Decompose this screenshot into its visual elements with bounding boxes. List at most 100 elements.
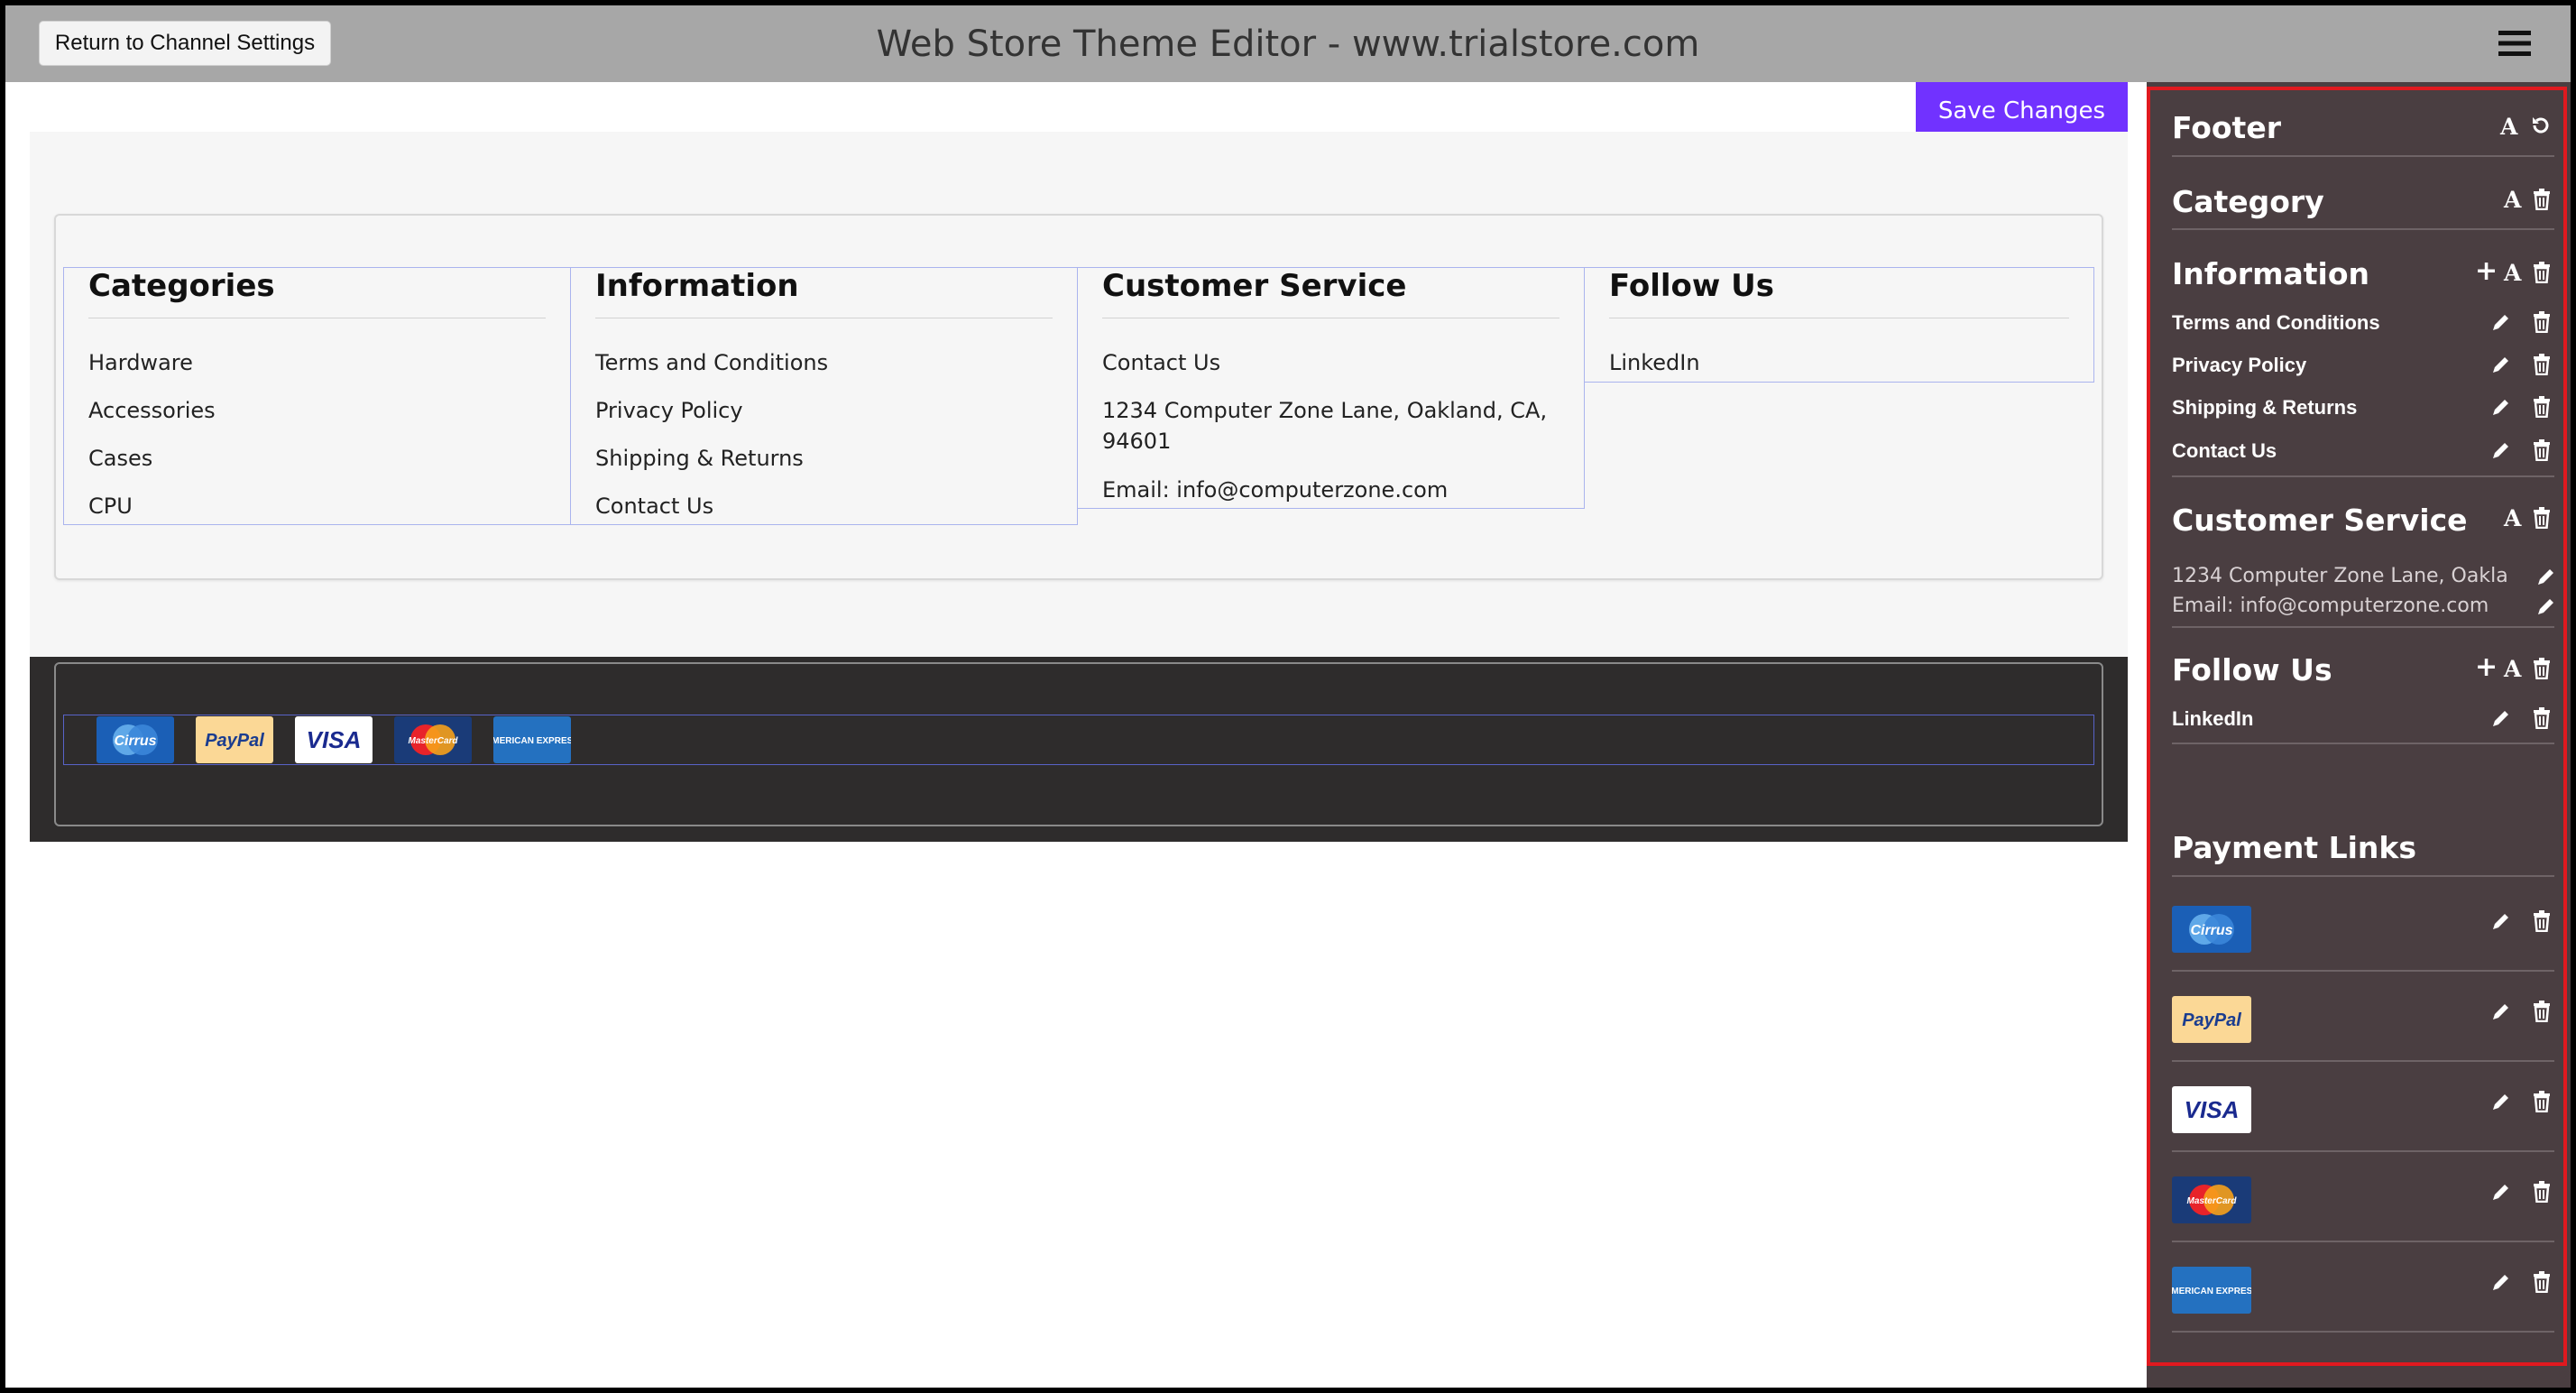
- american-express-label: AMERICAN EXPRESS: [493, 736, 571, 746]
- sidebar-section-information-title: Information: [2172, 256, 2369, 291]
- trash-icon[interactable]: [2530, 657, 2553, 680]
- sidebar-visa-icon[interactable]: VISA: [2172, 1086, 2251, 1133]
- edit-pencil-icon[interactable]: [2489, 706, 2513, 730]
- font-settings-icon[interactable]: A: [2504, 262, 2521, 285]
- trash-icon[interactable]: [2530, 261, 2553, 284]
- category-link[interactable]: CPU: [88, 491, 133, 521]
- sidebar-information-item[interactable]: Shipping & Returns: [2172, 396, 2357, 420]
- mastercard-label: MasterCard: [2186, 1196, 2237, 1206]
- information-link[interactable]: Shipping & Returns: [595, 443, 804, 474]
- add-icon[interactable]: +: [2475, 654, 2498, 681]
- category-link[interactable]: Cases: [88, 443, 152, 474]
- edit-pencil-icon[interactable]: [2489, 395, 2513, 419]
- divider: [2172, 743, 2554, 744]
- edit-pencil-icon[interactable]: [2489, 353, 2513, 376]
- divider: [2172, 970, 2554, 972]
- divider: [2172, 475, 2554, 477]
- trash-icon[interactable]: [2530, 706, 2553, 730]
- sidebar-section-customer-service-title: Customer Service: [2172, 503, 2468, 538]
- divider: [2172, 1331, 2554, 1333]
- visa-label: VISA: [307, 726, 362, 753]
- divider: [2172, 626, 2554, 628]
- social-link[interactable]: LinkedIn: [1609, 347, 1700, 378]
- sidebar-customer-service-email: Email: info@computerzone.com: [2172, 595, 2489, 617]
- trash-icon[interactable]: [2530, 1090, 2553, 1113]
- footer-column-categories: Categories Hardware Accessories Cases CP…: [63, 267, 571, 525]
- footer-column-information: Information Terms and Conditions Privacy…: [570, 267, 1078, 525]
- trash-icon[interactable]: [2530, 353, 2553, 376]
- cirrus-label: Cirrus: [2190, 923, 2232, 938]
- top-bar: Return to Channel Settings Web Store The…: [5, 5, 2571, 82]
- column-title: Information: [595, 268, 799, 304]
- sidebar-customer-service-address: 1234 Computer Zone Lane, Oakla: [2172, 565, 2508, 587]
- visa-label: VISA: [2185, 1096, 2240, 1123]
- information-link[interactable]: Privacy Policy: [595, 395, 743, 426]
- edit-pencil-icon[interactable]: [2535, 595, 2558, 618]
- edit-pencil-icon[interactable]: [2489, 1090, 2513, 1113]
- divider: [2172, 1150, 2554, 1152]
- edit-pencil-icon[interactable]: [2489, 438, 2513, 462]
- trash-icon[interactable]: [2530, 506, 2553, 530]
- edit-pencil-icon[interactable]: [2489, 310, 2513, 334]
- customer-service-address: 1234 Computer Zone Lane, Oakland, CA, 94…: [1102, 398, 1548, 454]
- sidebar-paypal-icon[interactable]: PayPal: [2172, 996, 2251, 1043]
- reset-icon[interactable]: [2529, 114, 2553, 137]
- trash-icon[interactable]: [2530, 909, 2553, 933]
- return-to-channel-settings-button[interactable]: Return to Channel Settings: [39, 21, 331, 66]
- edit-pencil-icon[interactable]: [2489, 909, 2513, 933]
- sidebar-section-footer-title: Footer: [2172, 110, 2281, 145]
- sidebar-section-category-title: Category: [2172, 184, 2324, 219]
- sidebar-information-item[interactable]: Terms and Conditions: [2172, 311, 2380, 335]
- sidebar-information-item[interactable]: Contact Us: [2172, 439, 2277, 463]
- font-settings-icon[interactable]: A: [2504, 507, 2521, 530]
- trash-icon[interactable]: [2530, 188, 2553, 211]
- information-link[interactable]: Contact Us: [595, 491, 713, 521]
- cirrus-label: Cirrus: [114, 733, 156, 749]
- trash-icon[interactable]: [2530, 438, 2553, 462]
- font-settings-icon[interactable]: A: [2500, 115, 2517, 139]
- sidebar-american-express-icon[interactable]: AMERICAN EXPRESS: [2165, 1267, 2259, 1314]
- paypal-label: PayPal: [2182, 1010, 2241, 1030]
- sidebar-section-follow-us-title: Follow Us: [2172, 652, 2332, 687]
- mastercard-icon[interactable]: MasterCard: [394, 716, 472, 763]
- sidebar-cirrus-icon[interactable]: Cirrus: [2172, 906, 2251, 953]
- page-title: Web Store Theme Editor - www.trialstore.…: [876, 23, 1700, 65]
- footer-column-follow-us: Follow Us LinkedIn: [1584, 267, 2094, 383]
- column-title: Follow Us: [1609, 268, 1774, 304]
- divider: [2172, 1241, 2554, 1242]
- edit-pencil-icon[interactable]: [2535, 565, 2558, 588]
- trash-icon[interactable]: [2530, 310, 2553, 334]
- add-icon[interactable]: +: [2475, 258, 2498, 285]
- trash-icon[interactable]: [2530, 1270, 2553, 1294]
- column-title: Categories: [88, 268, 275, 304]
- customer-service-link[interactable]: Contact Us: [1102, 347, 1220, 378]
- trash-icon[interactable]: [2530, 1000, 2553, 1023]
- information-link[interactable]: Terms and Conditions: [595, 347, 828, 378]
- american-express-icon[interactable]: AMERICAN EXPRESS: [485, 716, 579, 763]
- hamburger-menu-icon[interactable]: [2498, 29, 2531, 58]
- customer-service-email: Email: info@computerzone.com: [1102, 477, 1449, 503]
- edit-pencil-icon[interactable]: [2489, 1270, 2513, 1294]
- font-settings-icon[interactable]: A: [2504, 189, 2521, 212]
- american-express-label: AMERICAN EXPRESS: [2172, 1287, 2251, 1296]
- visa-icon[interactable]: VISA: [295, 716, 373, 763]
- column-title: Customer Service: [1102, 268, 1407, 304]
- sidebar-information-item[interactable]: Privacy Policy: [2172, 354, 2306, 377]
- trash-icon[interactable]: [2530, 1180, 2553, 1204]
- editor-window: Return to Channel Settings Web Store The…: [5, 5, 2571, 1388]
- divider: [2172, 1060, 2554, 1062]
- sidebar-follow-item[interactable]: LinkedIn: [2172, 707, 2253, 731]
- edit-pencil-icon[interactable]: [2489, 1000, 2513, 1023]
- sidebar-mastercard-icon[interactable]: MasterCard: [2172, 1176, 2251, 1223]
- edit-pencil-icon[interactable]: [2489, 1180, 2513, 1204]
- mastercard-label: MasterCard: [408, 736, 458, 746]
- font-settings-icon[interactable]: A: [2504, 658, 2521, 681]
- divider: [2172, 155, 2554, 157]
- category-link[interactable]: Hardware: [88, 347, 193, 378]
- category-link[interactable]: Accessories: [88, 395, 216, 426]
- cirrus-icon[interactable]: Cirrus: [97, 716, 174, 763]
- paypal-icon[interactable]: PayPal: [196, 716, 273, 763]
- paypal-label: PayPal: [205, 731, 264, 751]
- divider: [2172, 228, 2554, 230]
- trash-icon[interactable]: [2530, 395, 2553, 419]
